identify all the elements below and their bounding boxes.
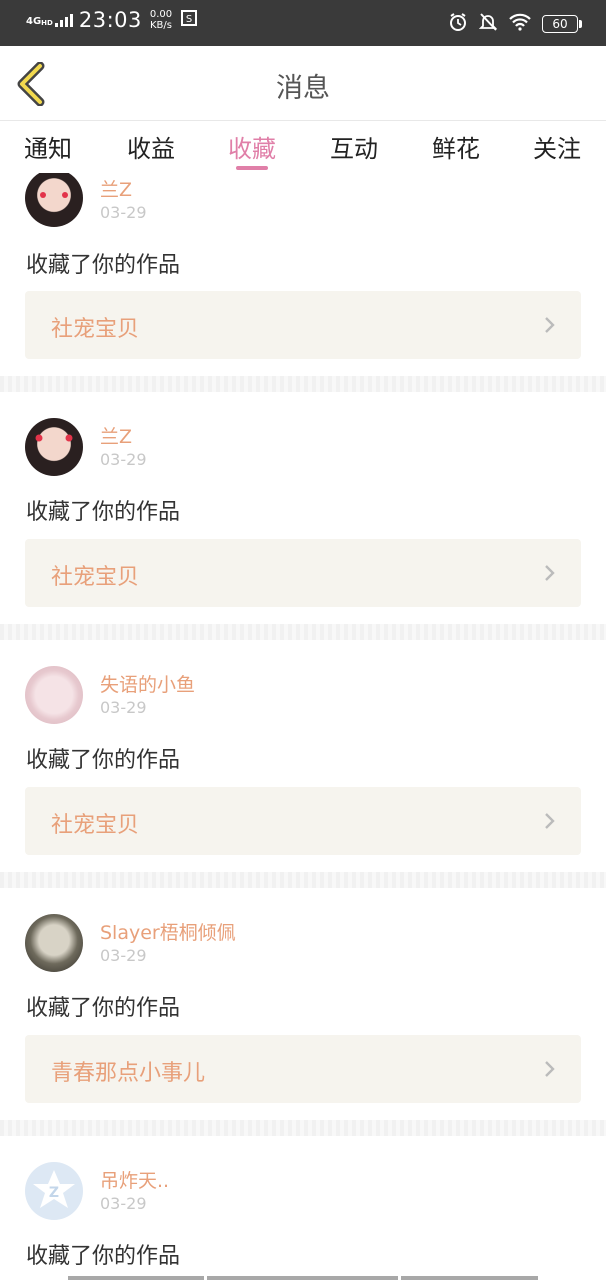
list-item[interactable]: Slayer梧桐倾佩 03-29 收藏了你的作品 青春那点小事儿	[0, 888, 606, 1120]
avatar[interactable]: Z	[25, 1162, 83, 1220]
item-date: 03-29	[100, 946, 147, 965]
work-title: 青春那点小事儿	[51, 1061, 206, 1086]
tab-bar: 通知 收益 收藏 互动 鲜花 关注	[0, 121, 606, 173]
tab-notifications[interactable]: 通知	[8, 129, 88, 164]
work-title: 社宠宝贝	[51, 565, 140, 590]
item-date: 03-29	[100, 203, 147, 222]
tab-favorites[interactable]: 收藏	[212, 129, 292, 164]
message-list[interactable]: 兰Z 03-29 收藏了你的作品 社宠宝贝 兰Z 03-29 收藏了你的作品 社…	[0, 173, 606, 1280]
status-bar: 4G HD 23:03 0.00 KB/s S 60	[0, 0, 606, 46]
username[interactable]: 兰Z	[100, 422, 132, 449]
item-date: 03-29	[100, 450, 147, 469]
list-item[interactable]: 失语的小鱼 03-29 收藏了你的作品 社宠宝贝	[0, 640, 606, 872]
work-card[interactable]: 青春那点小事儿	[25, 1035, 581, 1103]
item-action-text: 收藏了你的作品	[26, 500, 181, 525]
wifi-icon	[508, 13, 532, 35]
avatar[interactable]	[25, 173, 83, 227]
tab-flowers[interactable]: 鲜花	[416, 129, 496, 164]
item-action-text: 收藏了你的作品	[26, 748, 181, 773]
item-date: 03-29	[100, 1194, 147, 1213]
work-title: 社宠宝贝	[51, 813, 140, 838]
signal-icon	[54, 13, 73, 27]
username[interactable]: Slayer梧桐倾佩	[100, 918, 236, 945]
work-card[interactable]: 社宠宝贝	[25, 539, 581, 607]
avatar[interactable]	[25, 914, 83, 972]
alarm-icon	[448, 12, 468, 36]
divider	[0, 376, 606, 392]
divider	[0, 624, 606, 640]
divider	[0, 1120, 606, 1136]
work-card[interactable]: 社宠宝贝	[25, 787, 581, 855]
avatar[interactable]	[25, 666, 83, 724]
work-title: 社宠宝贝	[51, 317, 140, 342]
tab-interactions[interactable]: 互动	[314, 129, 394, 164]
item-action-text: 收藏了你的作品	[26, 253, 181, 278]
divider	[0, 872, 606, 888]
scroll-indicator	[401, 1276, 538, 1280]
network-sup-label: HD	[41, 19, 53, 27]
network-indicator: 4G HD	[26, 13, 73, 27]
speed-unit: KB/s	[150, 20, 172, 31]
username[interactable]: 失语的小鱼	[100, 670, 195, 697]
item-action-text: 收藏了你的作品	[26, 996, 181, 1021]
work-card[interactable]: 社宠宝贝	[25, 291, 581, 359]
svg-text:S: S	[186, 14, 192, 25]
tab-follows[interactable]: 关注	[517, 129, 597, 164]
avatar[interactable]	[25, 418, 83, 476]
chevron-right-icon	[545, 1061, 555, 1077]
scroll-indicator	[68, 1276, 204, 1280]
scroll-indicator	[207, 1276, 398, 1280]
item-date: 03-29	[100, 698, 147, 717]
network-speed: 0.00 KB/s	[150, 9, 172, 31]
username[interactable]: 吊炸天..	[100, 1166, 169, 1193]
chevron-right-icon	[545, 317, 555, 333]
default-avatar-icon: Z	[33, 1170, 75, 1208]
clock: 23:03	[78, 8, 142, 32]
battery-icon: 60	[542, 15, 582, 33]
active-tab-indicator	[236, 166, 268, 170]
item-action-text: 收藏了你的作品	[26, 1244, 181, 1269]
chevron-right-icon	[545, 565, 555, 581]
speed-value: 0.00	[149, 9, 173, 20]
list-item[interactable]: Z 吊炸天.. 03-29 收藏了你的作品	[0, 1136, 606, 1280]
svg-text:Z: Z	[49, 1185, 59, 1201]
mute-bell-icon	[478, 12, 498, 36]
username[interactable]: 兰Z	[100, 175, 132, 202]
page-title: 消息	[276, 73, 330, 104]
tab-earnings[interactable]: 收益	[111, 129, 191, 164]
chevron-right-icon	[545, 813, 555, 829]
list-item[interactable]: 兰Z 03-29 收藏了你的作品 社宠宝贝	[0, 392, 606, 624]
network-label: 4G	[26, 16, 42, 27]
screenshot-icon: S	[180, 9, 198, 31]
nav-bar: 消息	[0, 46, 606, 121]
list-item[interactable]: 兰Z 03-29 收藏了你的作品 社宠宝贝	[0, 173, 606, 391]
